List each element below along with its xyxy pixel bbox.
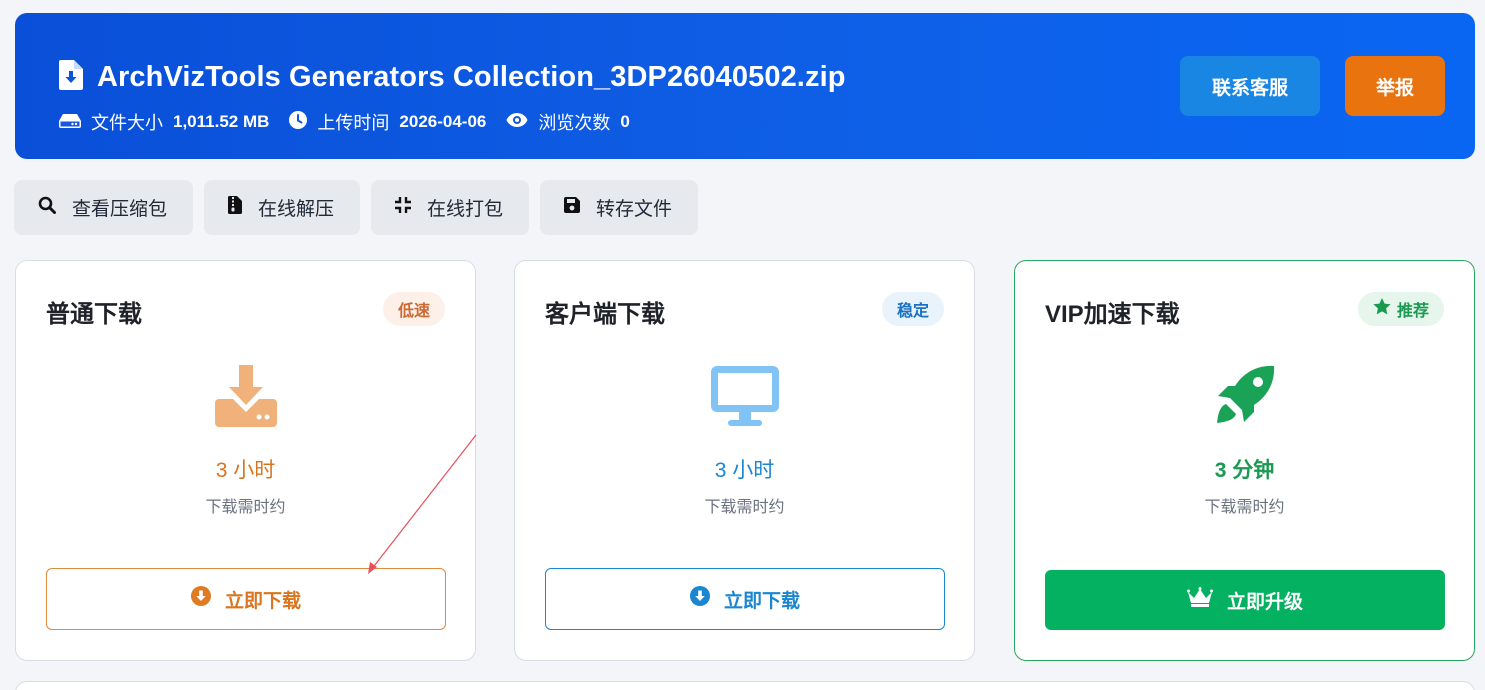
online-extract-button[interactable]: 在线解压 [204, 180, 361, 235]
download-time: 3 小时 [215, 459, 276, 482]
eye-icon [506, 112, 538, 133]
meta-value: 1,011.52 MB [173, 112, 270, 131]
contact-support-button[interactable]: 联系客服 [1180, 56, 1320, 116]
save-file-button[interactable]: 转存文件 [540, 180, 699, 235]
download-time: 3 小时 [714, 459, 775, 482]
card-title: 普通下载 [46, 301, 142, 328]
file-toolbar: 查看压缩包 在线解压 在线打包 转存文件 [14, 180, 699, 235]
clock-icon [289, 110, 317, 134]
file-download-icon [59, 60, 83, 95]
action-label: 立即升级 [1226, 591, 1303, 613]
client-download-card: 客户端下载 稳定 3 小时 下载需时约 立即下载 [514, 260, 975, 661]
download-time-caption: 下载需时约 [1204, 499, 1285, 516]
toolbar-label: 在线解压 [258, 199, 335, 220]
report-button[interactable]: 举报 [1345, 56, 1445, 116]
file-zipper-icon [228, 195, 258, 220]
client-download-button[interactable]: 立即下载 [545, 568, 945, 630]
file-meta: 文件大小 1,011.52 MB 上传时间 2026-04-06 浏览次数 0 [59, 109, 650, 135]
file-title-row: ArchVizTools Generators Collection_3DP26… [59, 60, 846, 95]
recommended-badge: 推荐 [1357, 292, 1444, 326]
action-label: 立即下载 [723, 590, 800, 612]
search-icon [38, 196, 72, 220]
normal-download-button[interactable]: 立即下载 [46, 568, 446, 630]
meta-value: 2026-04-06 [399, 112, 487, 131]
meta-view-count: 浏览次数 0 [506, 109, 630, 135]
meta-label: 浏览次数 [538, 113, 611, 133]
speed-badge: 低速 [382, 292, 445, 326]
toolbar-label: 在线打包 [427, 199, 504, 220]
file-header: ArchVizTools Generators Collection_3DP26… [15, 13, 1475, 159]
card-title: VIP加速下载 [1045, 301, 1180, 328]
hard-drive-icon [59, 112, 91, 133]
toolbar-label: 查看压缩包 [72, 199, 168, 220]
download-time-caption: 下载需时约 [704, 499, 785, 516]
meta-label: 上传时间 [317, 113, 390, 133]
meta-label: 文件大小 [91, 113, 163, 133]
upgrade-vip-button[interactable]: 立即升级 [1045, 570, 1445, 630]
circle-down-icon [190, 586, 225, 612]
download-time-caption: 下载需时约 [205, 499, 286, 516]
next-section-edge [15, 681, 1475, 690]
view-archive-button[interactable]: 查看压缩包 [14, 180, 194, 235]
download-tray-icon [214, 365, 277, 432]
meta-value: 0 [620, 112, 630, 131]
file-name: ArchVizTools Generators Collection_3DP26… [97, 61, 846, 93]
card-title: 客户端下载 [545, 301, 665, 328]
rocket-icon [1214, 364, 1276, 431]
star-icon [1373, 298, 1397, 320]
stability-badge: 稳定 [881, 292, 944, 326]
download-time: 3 分钟 [1214, 459, 1275, 482]
meta-file-size: 文件大小 1,011.52 MB [59, 109, 269, 135]
floppy-disk-icon [564, 196, 596, 219]
toolbar-label: 转存文件 [596, 199, 673, 220]
circle-down-icon [689, 586, 724, 612]
compress-icon [395, 196, 427, 219]
vip-download-card: VIP加速下载 推荐 3 分钟 下载需时约 立即升级 [1014, 260, 1475, 661]
badge-label: 推荐 [1396, 303, 1429, 320]
normal-download-card: 普通下载 低速 3 小时 下载需时约 立即下载 [15, 260, 476, 661]
action-label: 立即下载 [224, 590, 301, 612]
desktop-icon [710, 366, 779, 431]
crown-icon [1186, 587, 1227, 613]
meta-upload-time: 上传时间 2026-04-06 [289, 109, 486, 135]
online-pack-button[interactable]: 在线打包 [371, 180, 530, 235]
